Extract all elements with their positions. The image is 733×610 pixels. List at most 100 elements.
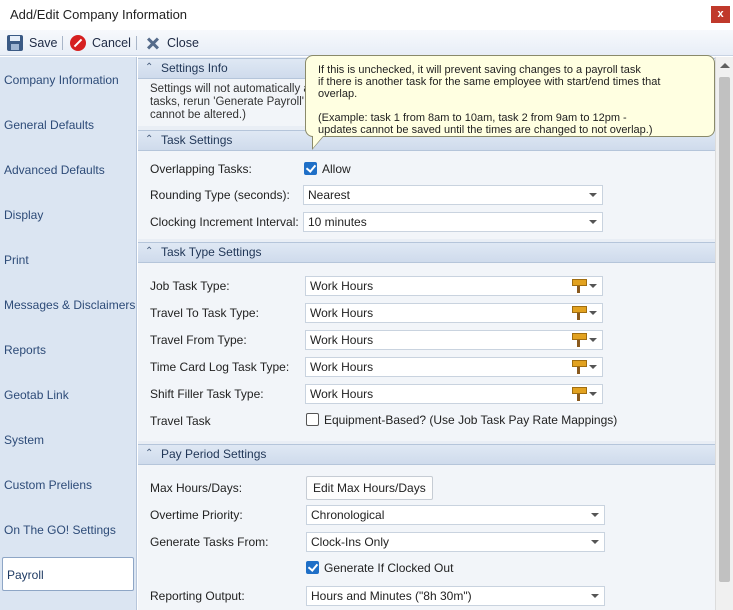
section-title: Pay Period Settings bbox=[161, 447, 267, 461]
overtime-priority-dropdown[interactable]: Chronological bbox=[306, 505, 605, 525]
time-card-log-task-type-label: Time Card Log Task Type: bbox=[150, 360, 290, 374]
reporting-output-value: Hours and Minutes ("8h 30m") bbox=[311, 589, 472, 603]
overlap-tooltip: If this is unchecked, it will prevent sa… bbox=[305, 55, 715, 150]
equipment-based-checkbox[interactable] bbox=[306, 413, 319, 426]
rounding-type-label: Rounding Type (seconds): bbox=[150, 188, 290, 202]
sidebar-item-messages-disclaimers[interactable]: Messages & Disclaimers bbox=[0, 288, 136, 322]
allow-overlap-checkbox[interactable] bbox=[304, 162, 317, 175]
chevron-down-icon bbox=[589, 220, 597, 224]
chevron-down-icon bbox=[589, 284, 597, 288]
generate-tasks-from-value: Clock-Ins Only bbox=[311, 535, 390, 549]
generate-tasks-from-label: Generate Tasks From: bbox=[150, 535, 269, 549]
job-task-type-dropdown[interactable]: Work Hours bbox=[305, 276, 603, 296]
settings-info-line: Settings will not automatically a bbox=[150, 83, 310, 95]
collapse-chevron-icon: ⌃ bbox=[145, 448, 154, 459]
generate-tasks-from-dropdown[interactable]: Clock-Ins Only bbox=[306, 532, 605, 552]
tooltip-tail-fill bbox=[313, 136, 323, 148]
scroll-up-arrow-icon[interactable] bbox=[720, 63, 730, 68]
shift-filler-task-type-dropdown[interactable]: Work Hours bbox=[305, 384, 603, 404]
sidebar-item-general-defaults[interactable]: General Defaults bbox=[0, 108, 136, 142]
chevron-down-icon bbox=[591, 540, 599, 544]
clocking-increment-value: 10 minutes bbox=[308, 215, 367, 229]
toolbar-separator bbox=[62, 36, 63, 50]
reporting-output-dropdown[interactable]: Hours and Minutes ("8h 30m") bbox=[306, 586, 605, 606]
section-title: Task Type Settings bbox=[161, 245, 262, 259]
generate-if-clocked-out-checkbox[interactable] bbox=[306, 561, 319, 574]
sidebar-item-print[interactable]: Print bbox=[0, 243, 136, 277]
rounding-type-dropdown[interactable]: Nearest bbox=[303, 185, 603, 205]
section-title: Settings Info bbox=[161, 61, 228, 75]
tooltip-line: updates cannot be saved until the times … bbox=[318, 124, 653, 136]
save-label: Save bbox=[29, 36, 58, 50]
chevron-down-icon bbox=[589, 338, 597, 342]
shift-filler-task-type-label: Shift Filler Task Type: bbox=[150, 387, 264, 401]
equipment-based-label: Equipment-Based? (Use Job Task Pay Rate … bbox=[324, 413, 618, 427]
x-close-icon bbox=[145, 35, 161, 51]
chevron-down-icon bbox=[591, 594, 599, 598]
sidebar-item-company-information[interactable]: Company Information bbox=[0, 63, 136, 97]
travel-from-type-value: Work Hours bbox=[310, 333, 374, 347]
tool-hammer-icon bbox=[571, 360, 587, 374]
settings-panel: ⌃ Settings Info Settings will not automa… bbox=[138, 57, 715, 610]
collapse-chevron-icon: ⌃ bbox=[145, 246, 154, 257]
shift-filler-task-type-value: Work Hours bbox=[310, 387, 374, 401]
job-task-type-value: Work Hours bbox=[310, 279, 374, 293]
tool-hammer-icon bbox=[571, 279, 587, 293]
clocking-increment-dropdown[interactable]: 10 minutes bbox=[303, 212, 603, 232]
overtime-priority-label: Overtime Priority: bbox=[150, 508, 243, 522]
close-button[interactable]: Close bbox=[145, 34, 199, 52]
window-title: Add/Edit Company Information bbox=[10, 7, 188, 22]
travel-to-task-type-dropdown[interactable]: Work Hours bbox=[305, 303, 603, 323]
close-label: Close bbox=[167, 36, 199, 50]
settings-info-line: tasks, rerun 'Generate Payroll' t bbox=[150, 96, 311, 108]
vertical-scrollbar[interactable] bbox=[715, 57, 733, 610]
tooltip-line: If this is unchecked, it will prevent sa… bbox=[318, 64, 641, 76]
reporting-output-label: Reporting Output: bbox=[150, 589, 245, 603]
section-title: Task Settings bbox=[161, 133, 233, 147]
sidebar-item-custom-preliens[interactable]: Custom Preliens bbox=[0, 468, 136, 502]
clocking-increment-label: Clocking Increment Interval: bbox=[150, 215, 299, 229]
travel-from-type-dropdown[interactable]: Work Hours bbox=[305, 330, 603, 350]
sidebar-item-geotab-link[interactable]: Geotab Link bbox=[0, 378, 136, 412]
sidebar-item-reports[interactable]: Reports bbox=[0, 333, 136, 367]
tool-hammer-icon bbox=[571, 306, 587, 320]
travel-to-task-type-label: Travel To Task Type: bbox=[150, 306, 259, 320]
travel-task-label: Travel Task bbox=[150, 414, 211, 428]
time-card-log-task-type-dropdown[interactable]: Work Hours bbox=[305, 357, 603, 377]
time-card-log-task-type-value: Work Hours bbox=[310, 360, 374, 374]
chevron-down-icon bbox=[589, 193, 597, 197]
section-header-pay-period-settings[interactable]: ⌃ Pay Period Settings bbox=[138, 444, 715, 465]
generate-if-clocked-out-label: Generate If Clocked Out bbox=[324, 561, 454, 575]
task-settings-body: Overlapping Tasks: Allow Rounding Type (… bbox=[138, 151, 715, 239]
scrollbar-thumb[interactable] bbox=[719, 77, 730, 582]
save-button[interactable]: Save bbox=[7, 34, 58, 52]
toolbar-separator bbox=[136, 36, 137, 50]
tooltip-line: if there is another task for the same em… bbox=[318, 76, 661, 100]
sidebar-item-display[interactable]: Display bbox=[0, 198, 136, 232]
tool-hammer-icon bbox=[571, 387, 587, 401]
tooltip-line: (Example: task 1 from 8am to 10am, task … bbox=[318, 112, 627, 124]
floppy-disk-icon bbox=[7, 35, 23, 51]
sidebar-item-payroll[interactable]: Payroll bbox=[2, 557, 134, 591]
task-type-settings-body: Job Task Type: Work Hours Travel To Task… bbox=[138, 263, 715, 441]
allow-overlap-label: Allow bbox=[322, 162, 351, 176]
travel-from-type-label: Travel From Type: bbox=[150, 333, 247, 347]
collapse-chevron-icon: ⌃ bbox=[145, 134, 154, 145]
cancel-label: Cancel bbox=[92, 36, 131, 50]
settings-info-line: cannot be altered.) bbox=[150, 109, 246, 121]
chevron-down-icon bbox=[589, 311, 597, 315]
cancel-button[interactable]: Cancel bbox=[70, 34, 131, 52]
sidebar-item-advanced-defaults[interactable]: Advanced Defaults bbox=[0, 153, 136, 187]
job-task-type-label: Job Task Type: bbox=[150, 279, 230, 293]
sidebar-item-on-the-go-settings[interactable]: On The GO! Settings bbox=[0, 513, 136, 547]
window-close-button[interactable]: x bbox=[711, 6, 730, 23]
section-header-task-type-settings[interactable]: ⌃ Task Type Settings bbox=[138, 242, 715, 263]
overlapping-tasks-label: Overlapping Tasks: bbox=[150, 162, 252, 176]
chevron-down-icon bbox=[591, 513, 599, 517]
sidebar: Company Information General Defaults Adv… bbox=[0, 57, 137, 610]
sidebar-item-system[interactable]: System bbox=[0, 423, 136, 457]
edit-max-hours-button[interactable]: Edit Max Hours/Days bbox=[306, 476, 433, 500]
overtime-priority-value: Chronological bbox=[311, 508, 385, 522]
collapse-chevron-icon: ⌃ bbox=[145, 62, 154, 73]
max-hours-label: Max Hours/Days: bbox=[150, 481, 243, 495]
